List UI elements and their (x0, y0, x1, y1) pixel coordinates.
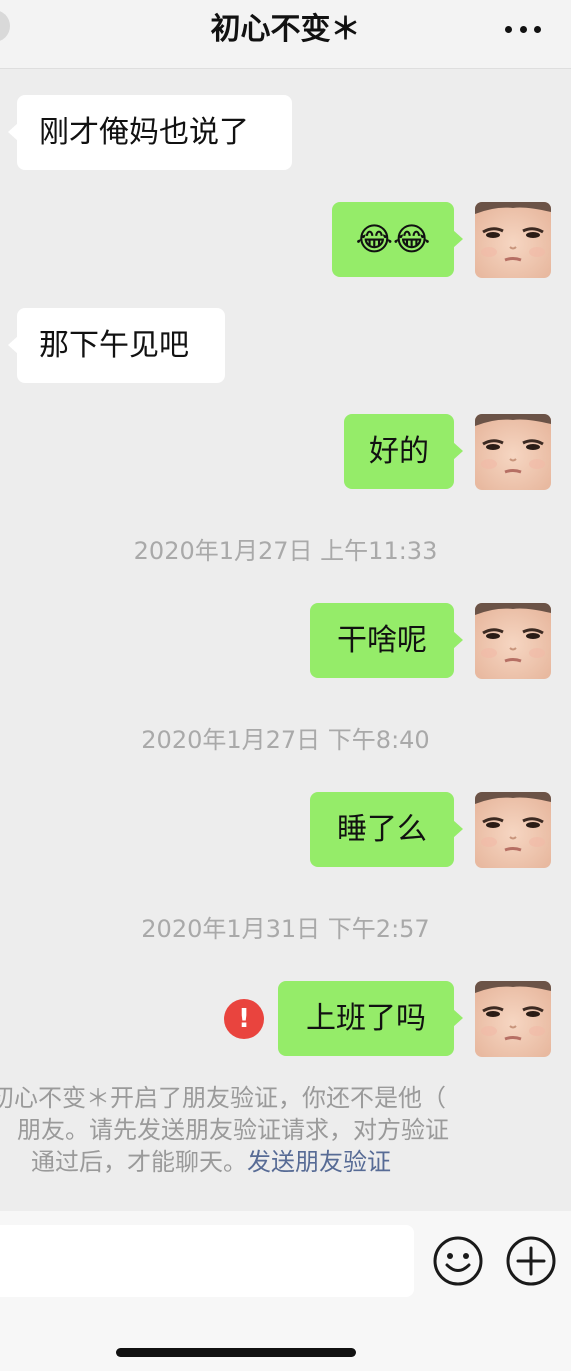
avatar[interactable] (475, 981, 551, 1057)
message-text: 好的 (369, 434, 429, 469)
input-bar (0, 1211, 571, 1371)
timestamp: 2020年1月31日 下午2:57 (141, 915, 430, 943)
plus-icon[interactable] (505, 1235, 557, 1287)
more-dots-icon[interactable] (505, 26, 541, 34)
notice-line: 初心不变＊开启了朋友验证，你还不是他（ (0, 1084, 446, 1112)
send-friend-verification-link[interactable]: 发送朋友验证 (247, 1148, 391, 1176)
outgoing-message[interactable]: 干啥呢 (310, 603, 463, 678)
outgoing-message[interactable]: 上班了吗 (278, 981, 463, 1056)
incoming-message[interactable]: 刚才俺妈也说了 (8, 95, 292, 170)
message-text: 刚才俺妈也说了 (39, 115, 249, 150)
avatar[interactable] (475, 603, 551, 679)
notice-line: 通过后，才能聊天。发送朋友验证 (31, 1148, 391, 1176)
error-icon[interactable]: ! (224, 999, 264, 1039)
incoming-message[interactable]: 那下午见吧 (8, 308, 225, 383)
notice-line: 朋友。请先发送朋友验证请求，对方验证 (17, 1116, 449, 1144)
chat-title: 初心不变＊ (210, 12, 361, 47)
outgoing-message[interactable]: 😂😂 (332, 202, 463, 277)
outgoing-message[interactable]: 好的 (344, 414, 463, 489)
avatar[interactable] (475, 202, 551, 278)
emoji-icon[interactable] (432, 1235, 484, 1287)
message-text: 睡了么 (337, 812, 427, 847)
message-text: 上班了吗 (306, 1001, 426, 1036)
avatar[interactable] (475, 414, 551, 490)
timestamp: 2020年1月27日 下午8:40 (141, 726, 430, 754)
message-input[interactable] (0, 1225, 414, 1297)
timestamp: 2020年1月27日 上午11:33 (133, 537, 438, 565)
chat-header: 初心不变＊ (0, 0, 571, 69)
message-text: 干啥呢 (337, 623, 427, 658)
friend-verification-notice: 初心不变＊开启了朋友验证，你还不是他（ 朋友。请先发送朋友验证请求，对方验证 通… (0, 1082, 571, 1178)
outgoing-message[interactable]: 睡了么 (310, 792, 463, 867)
laughing-crying-emoji: 😂😂 (355, 220, 431, 258)
avatar[interactable] (475, 792, 551, 868)
message-text: 那下午见吧 (39, 328, 189, 363)
home-indicator (116, 1348, 356, 1357)
